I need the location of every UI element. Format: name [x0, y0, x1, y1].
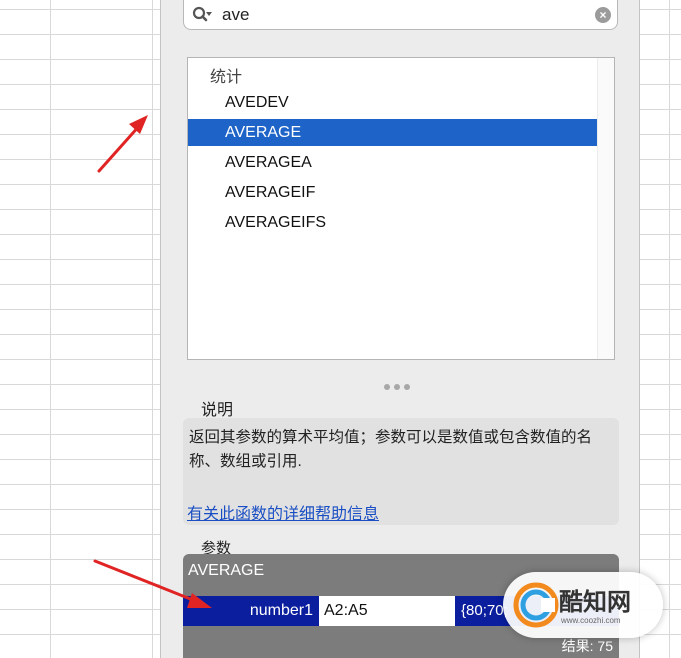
function-search-box[interactable]: ×: [183, 0, 618, 30]
description-label: 说明: [201, 402, 234, 419]
function-list[interactable]: 统计 AVEDEV AVERAGE AVERAGEA AVERAGEIF AVE…: [187, 57, 615, 360]
help-link[interactable]: 有关此函数的详细帮助信息: [187, 500, 379, 524]
result-text: 结果: 75: [561, 638, 613, 654]
list-scrollbar[interactable]: [597, 58, 614, 359]
coozhi-logo-icon: [513, 582, 559, 628]
list-item-avedev[interactable]: AVEDEV: [188, 89, 598, 116]
argument-name: number1: [249, 602, 313, 619]
list-item-averagea[interactable]: AVERAGEA: [188, 149, 598, 176]
list-item-averageifs[interactable]: AVERAGEIFS: [188, 209, 598, 236]
watermark-url: www.coozhi.com: [561, 616, 621, 625]
list-item-average[interactable]: AVERAGE: [188, 119, 598, 146]
site-watermark: 酷知网 www.coozhi.com: [503, 572, 663, 638]
argument-value-field[interactable]: A2:A5: [319, 596, 455, 626]
watermark-name: 酷知网: [559, 588, 631, 616]
spreadsheet-grid-right[interactable]: [640, 0, 681, 658]
magnifier-dropdown-icon[interactable]: [192, 6, 212, 24]
search-input[interactable]: [222, 3, 582, 27]
description-text: 返回其参数的算术平均值；参数可以是数值或包含数值的名称、数组或引用.: [189, 429, 593, 470]
spreadsheet-grid-left[interactable]: [0, 0, 160, 658]
arguments-function-name: AVERAGE: [188, 562, 265, 579]
resize-grip-icon[interactable]: [384, 377, 414, 395]
formula-builder-panel: × 统计 AVEDEV AVERAGE AVERAGEA AVERAGEIF A…: [160, 0, 640, 658]
argument-evaluated-value: {80;70;: [461, 602, 508, 619]
category-header: 统计: [210, 69, 243, 86]
list-item-averageif[interactable]: AVERAGEIF: [188, 179, 598, 206]
clear-circle-icon[interactable]: ×: [595, 7, 611, 23]
